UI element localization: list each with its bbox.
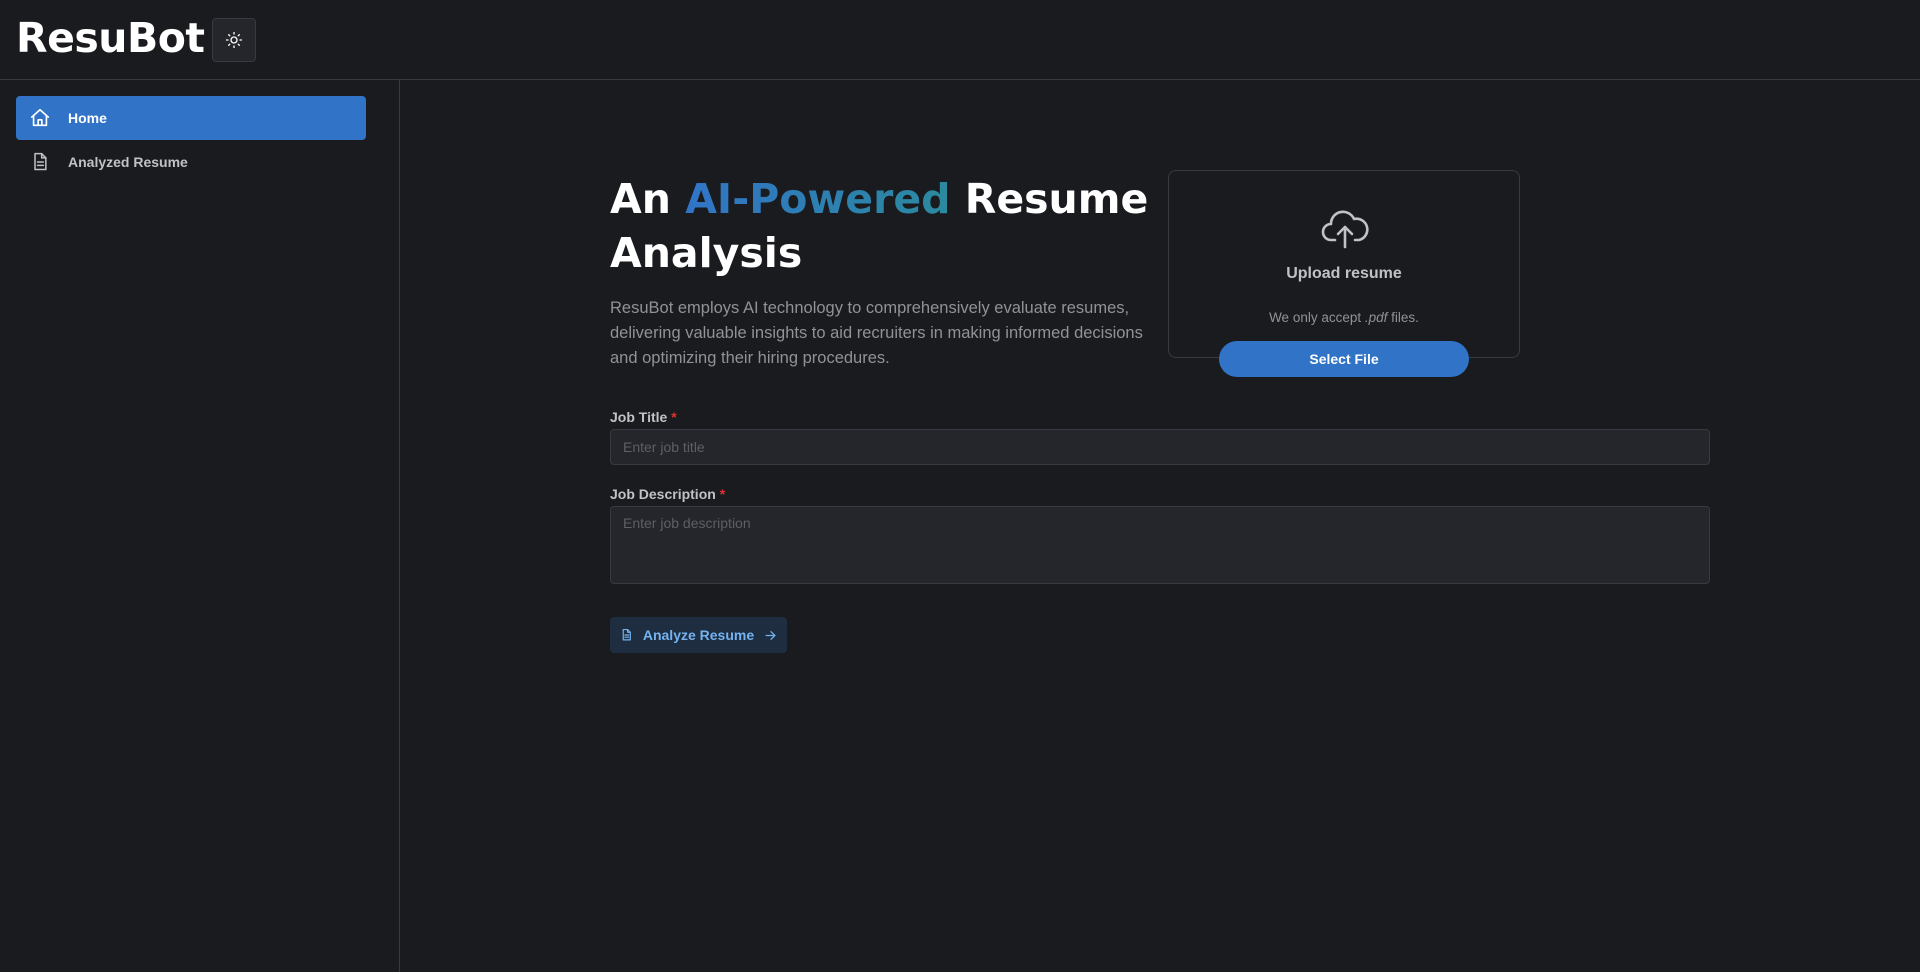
app-shell: ResuBot Home Analyzed Resume An AI-Power… [0, 0, 1920, 972]
home-icon [28, 106, 52, 130]
upload-title: Upload resume [1286, 265, 1402, 282]
sidebar-item-home[interactable]: Home [16, 96, 366, 140]
arrow-right-icon [765, 630, 776, 640]
sidebar: Home Analyzed Resume [0, 80, 400, 972]
required-mark: * [719, 486, 726, 502]
job-description-label: Job Description * [610, 486, 726, 502]
theme-toggle-button[interactable] [212, 18, 256, 62]
job-title-label: Job Title * [610, 409, 677, 425]
document-icon [622, 628, 631, 641]
cloud-upload-icon [1321, 210, 1369, 249]
title-accent: AI-Powered [685, 175, 951, 223]
job-description-textarea[interactable]: Enter job description [610, 506, 1710, 584]
upload-note: We only accept .pdf files. [1269, 310, 1419, 325]
analyze-resume-button[interactable]: Analyze Resume [610, 617, 787, 653]
sidebar-item-label: Home [68, 110, 107, 126]
sidebar-item-label: Analyzed Resume [68, 154, 188, 170]
header: ResuBot [0, 0, 1920, 80]
app-logo[interactable]: ResuBot [16, 14, 205, 62]
required-mark: * [671, 409, 677, 425]
job-title-input[interactable]: Enter job title [610, 429, 1710, 465]
title-part-1: An [610, 175, 686, 223]
upload-dropzone[interactable]: Upload resume We only accept .pdf files. [1168, 170, 1520, 358]
select-file-button[interactable]: Select File [1219, 341, 1469, 377]
page-title: An AI-Powered Resume Analysis [610, 172, 1150, 280]
analyze-label: Analyze Resume [642, 627, 755, 643]
sun-icon [225, 31, 243, 49]
document-icon [28, 150, 52, 174]
page-description: ResuBot employs AI technology to compreh… [610, 299, 1143, 367]
sidebar-item-analyzed-resume[interactable]: Analyzed Resume [16, 140, 366, 184]
